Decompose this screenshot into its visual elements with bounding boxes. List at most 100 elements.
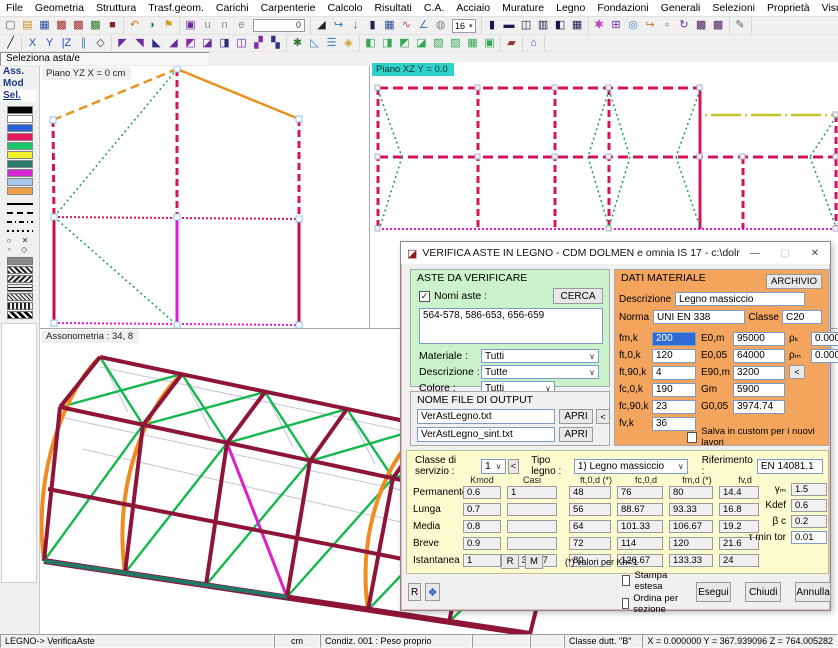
material-value-field[interactable]: 23 [652, 400, 696, 414]
materiale-select[interactable]: Tutti∨ [481, 349, 599, 363]
save-file-icon[interactable]: ▦ [36, 18, 53, 33]
color-swatch[interactable] [7, 169, 33, 177]
box-3d-3-icon[interactable]: ◩ [396, 36, 413, 51]
eraser-icon[interactable]: ▰ [503, 36, 520, 51]
properties-gear-icon[interactable]: ✱ [289, 36, 306, 51]
unit-n-icon[interactable]: n [216, 18, 233, 33]
grid-icon[interactable]: ⊞ [608, 18, 625, 33]
hatch-dense[interactable] [7, 311, 33, 319]
material-value-field[interactable]: 120 [652, 349, 696, 363]
pencil-icon[interactable]: ✎ [732, 18, 749, 33]
hatch-cross[interactable] [7, 293, 33, 301]
mode-button[interactable]: Ass. [0, 66, 36, 78]
new-file-icon[interactable]: ▢ [2, 18, 19, 33]
axis-z-icon[interactable]: |Z [58, 36, 75, 51]
collapse-button[interactable]: < [596, 409, 610, 424]
numeric-field[interactable]: 0 [253, 19, 305, 32]
unit-e-icon[interactable]: e [233, 18, 250, 33]
footer-r-button[interactable]: R [408, 583, 421, 601]
line-style-dotted[interactable] [7, 227, 33, 234]
texture-a-icon[interactable]: ▩ [693, 18, 710, 33]
window-quad-icon[interactable]: ▥ [535, 18, 552, 33]
window-single-icon[interactable]: ▮ [484, 18, 501, 33]
menu-item[interactable]: Acciaio [450, 1, 496, 15]
material-value-field[interactable]: 3974.74 [733, 400, 785, 414]
box-3d-1-icon[interactable]: ◧ [362, 36, 379, 51]
menu-item[interactable]: Selezioni [706, 1, 761, 15]
archivio-button[interactable]: ARCHIVIO [766, 274, 822, 289]
menu-item[interactable]: Legno [550, 1, 591, 15]
hatch-diag-right[interactable] [7, 266, 33, 274]
rotate-view-icon[interactable]: ↻ [676, 18, 693, 33]
member-info-icon[interactable]: ▚ [267, 36, 284, 51]
print-icon[interactable]: ■ [104, 18, 121, 33]
color-swatch[interactable] [7, 106, 33, 114]
viewport-piano-yz[interactable]: Piano YZ X = 0 cm [40, 66, 370, 328]
factor-field[interactable]: 0.01 [791, 531, 827, 544]
color-swatch[interactable] [7, 124, 33, 132]
move-down-icon[interactable]: ↓ [347, 18, 364, 33]
zoom-window-icon[interactable]: ▫ [659, 18, 676, 33]
menu-item[interactable]: Carpenterie [255, 1, 322, 15]
render-sphere-icon[interactable]: ◑ [143, 18, 160, 33]
mode-button[interactable]: Sel. [0, 90, 36, 102]
clipboard-icon[interactable]: ▣ [182, 18, 199, 33]
section-view-icon[interactable]: ◺ [306, 36, 323, 51]
factor-field[interactable]: 1.5 [791, 483, 827, 496]
parallel-lines-icon[interactable]: ∥ [75, 36, 92, 51]
result-diagram-icon[interactable]: ∿ [398, 18, 415, 33]
polygon-icon[interactable]: ◇ [92, 36, 109, 51]
output-file-1[interactable]: VerAstLegno.txt [417, 409, 555, 424]
member-offset-icon[interactable]: ◫ [233, 36, 250, 51]
member-load-icon[interactable]: ◩ [182, 36, 199, 51]
material-value-field[interactable]: 0.00039 [811, 349, 838, 363]
tipo-legno-select[interactable]: 1) Legno massiccio∨ [574, 459, 688, 474]
color-swatch[interactable] [7, 115, 33, 123]
material-value-field[interactable]: 95000 [733, 332, 785, 346]
draw-line-icon[interactable]: ╱ [2, 36, 19, 51]
color-swatch[interactable] [7, 160, 33, 168]
box-3d-2-icon[interactable]: ◨ [379, 36, 396, 51]
salva-custom-checkbox[interactable]: Salva in custom per i nuovi lavori [687, 426, 828, 448]
font-size-select[interactable]: 16▾ [452, 19, 476, 33]
node-symbol-row[interactable]: ▫ ◇ [5, 245, 35, 254]
lock-icon[interactable]: ◈ [340, 36, 357, 51]
window-split-h-icon[interactable]: ▬ [501, 18, 518, 33]
minimize-button[interactable]: — [740, 242, 770, 264]
box-3d-4-icon[interactable]: ◪ [413, 36, 430, 51]
close-button[interactable]: ✕ [800, 242, 830, 264]
descrizione-select[interactable]: Tutte∨ [481, 365, 599, 379]
axis-y-icon[interactable]: Y [41, 36, 58, 51]
select-mode-icon[interactable]: ↪ [330, 18, 347, 33]
menu-item[interactable]: Proprietà [761, 1, 816, 15]
command-prompt[interactable]: Seleziona asta/e [0, 52, 210, 66]
mode-button[interactable]: Mod [0, 78, 36, 90]
classe-field[interactable]: C20 [782, 310, 822, 324]
factor-field[interactable]: 0.6 [791, 499, 827, 512]
menu-item[interactable]: Trasf.geom. [142, 1, 210, 15]
window-split-v-icon[interactable]: ◫ [518, 18, 535, 33]
member-delete-icon[interactable]: ◢ [165, 36, 182, 51]
descrizione-field[interactable]: Legno massiccio [675, 292, 805, 306]
esegui-button[interactable]: Esegui [696, 582, 732, 602]
solid-view-icon[interactable]: ▮ [364, 18, 381, 33]
open-file-icon[interactable]: ▤ [19, 18, 36, 33]
hatch-horizontal[interactable] [7, 284, 33, 292]
dialog-titlebar[interactable]: ◪ VERIFICA ASTE IN LEGNO - CDM DOLMEN e … [401, 242, 830, 264]
box-3d-8-icon[interactable]: ▣ [481, 36, 498, 51]
menu-item[interactable]: Risultati [368, 1, 417, 15]
material-value-field[interactable]: 5900 [733, 383, 785, 397]
member-release-icon[interactable]: ◪ [199, 36, 216, 51]
window-3-icon[interactable]: ◧ [552, 18, 569, 33]
apri-button-2[interactable]: APRI [559, 427, 593, 442]
member-rotate-icon[interactable]: ◨ [216, 36, 233, 51]
export-icon[interactable]: ▩ [70, 18, 87, 33]
menu-item[interactable]: Murature [496, 1, 550, 15]
apri-button-1[interactable]: APRI [559, 409, 593, 424]
material-collapse-button[interactable]: < [789, 365, 805, 379]
globe-icon[interactable]: ◍ [432, 18, 449, 33]
servizio-collapse-button[interactable]: < [508, 459, 520, 474]
line-style-dashed[interactable] [7, 209, 33, 216]
chiudi-button[interactable]: Chiudi [745, 582, 781, 602]
undo-icon[interactable]: ↶ [126, 18, 143, 33]
